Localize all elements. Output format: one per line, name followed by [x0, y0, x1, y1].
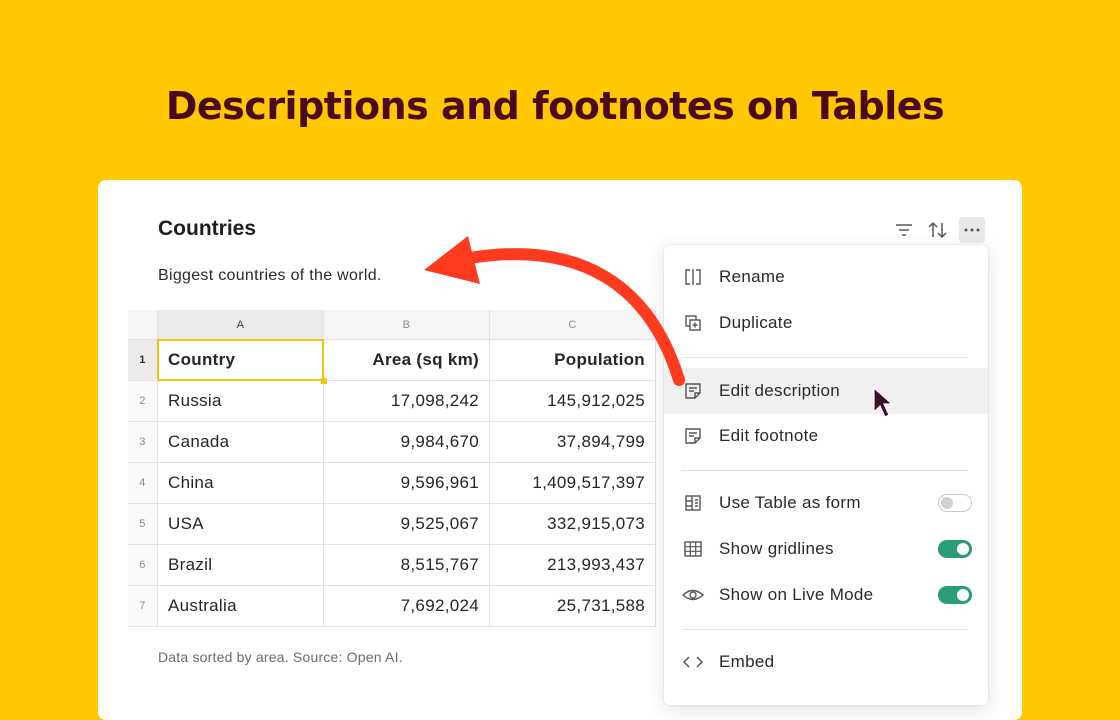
cell-text: Country	[168, 350, 236, 369]
table-cell[interactable]: 9,984,670	[324, 422, 490, 463]
duplicate-icon	[682, 312, 704, 334]
filter-button[interactable]	[891, 217, 917, 243]
menu-item-label: Embed	[719, 652, 775, 671]
table-cell[interactable]: Russia	[158, 381, 324, 422]
table-cell[interactable]: 145,912,025	[490, 381, 656, 422]
menu-item-label: Edit description	[719, 381, 841, 400]
menu-item-embed[interactable]: Embed	[664, 640, 988, 684]
footnote-icon	[682, 425, 704, 447]
header-cell-country[interactable]: Country	[157, 339, 327, 384]
table-cell[interactable]: 8,515,767	[324, 545, 490, 586]
description-icon	[682, 380, 704, 402]
menu-item-edit-description[interactable]: Edit description	[664, 368, 988, 414]
row-number[interactable]: 1	[128, 340, 158, 381]
row-number[interactable]: 7	[128, 586, 158, 627]
live-mode-toggle[interactable]	[938, 586, 972, 604]
menu-item-duplicate[interactable]: Duplicate	[664, 301, 988, 345]
toggle-knob	[941, 497, 953, 509]
menu-item-show-on-live-mode[interactable]: Show on Live Mode	[664, 573, 988, 617]
more-options-button[interactable]	[959, 217, 985, 243]
menu-item-label: Rename	[719, 267, 786, 286]
column-header-b[interactable]: B	[324, 310, 490, 340]
gridlines-toggle[interactable]	[938, 540, 972, 558]
menu-divider	[682, 629, 968, 630]
sort-button[interactable]	[925, 217, 951, 243]
header-cell-population[interactable]: Population	[490, 340, 656, 381]
row-number[interactable]: 5	[128, 504, 158, 545]
menu-item-label: Use Table as form	[719, 493, 861, 512]
table-cell[interactable]: 9,525,067	[324, 504, 490, 545]
table-description[interactable]: Biggest countries of the world.	[158, 267, 382, 285]
menu-item-use-table-as-form[interactable]: Use Table as form	[664, 481, 988, 525]
page-headline: Descriptions and footnotes on Tables	[165, 84, 945, 128]
table-cell[interactable]: China	[158, 463, 324, 504]
menu-item-rename[interactable]: Rename	[664, 255, 988, 299]
more-icon	[964, 228, 980, 232]
menu-divider	[682, 470, 968, 471]
spreadsheet-grid: A B C 1 Country Area (sq km) Population …	[128, 310, 656, 627]
table-cell[interactable]: 37,894,799	[490, 422, 656, 463]
column-header-a[interactable]: A	[158, 310, 324, 340]
column-header-row: A B C	[128, 310, 656, 340]
table-row: 6 Brazil 8,515,767 213,993,437	[128, 545, 656, 586]
table-cell[interactable]: 17,098,242	[324, 381, 490, 422]
sort-icon	[928, 221, 947, 239]
menu-item-label: Duplicate	[719, 313, 793, 332]
menu-divider	[682, 357, 968, 358]
table-row: 5 USA 9,525,067 332,915,073	[128, 504, 656, 545]
menu-item-show-gridlines[interactable]: Show gridlines	[664, 527, 988, 571]
column-header-c[interactable]: C	[490, 310, 656, 340]
table-cell[interactable]: 25,731,588	[490, 586, 656, 627]
table-toolbar	[891, 217, 985, 243]
table-cell[interactable]: 213,993,437	[490, 545, 656, 586]
form-toggle[interactable]	[938, 494, 972, 512]
filter-icon	[896, 224, 912, 236]
table-cell[interactable]: 1,409,517,397	[490, 463, 656, 504]
table-options-menu: Rename Duplicate Edit description Edit f…	[664, 245, 988, 705]
row-number[interactable]: 4	[128, 463, 158, 504]
table-footnote[interactable]: Data sorted by area. Source: Open AI.	[158, 649, 403, 665]
table-header-row: 1 Country Area (sq km) Population	[128, 339, 656, 384]
eye-icon	[682, 584, 704, 606]
menu-item-label: Edit footnote	[719, 426, 819, 445]
fill-handle[interactable]	[321, 378, 327, 384]
table-cell[interactable]: 332,915,073	[490, 504, 656, 545]
table-row: 2 Russia 17,098,242 145,912,025	[128, 381, 656, 422]
table-cell[interactable]: 7,692,024	[324, 586, 490, 627]
menu-item-edit-footnote[interactable]: Edit footnote	[664, 414, 988, 458]
row-number[interactable]: 2	[128, 381, 158, 422]
form-icon	[682, 492, 704, 514]
table-title[interactable]: Countries	[158, 217, 256, 241]
row-number[interactable]: 3	[128, 422, 158, 463]
table-cell[interactable]: USA	[158, 504, 324, 545]
table-row: 3 Canada 9,984,670 37,894,799	[128, 422, 656, 463]
table-row: 7 Australia 7,692,024 25,731,588	[128, 586, 656, 627]
grid-icon	[682, 538, 704, 560]
row-number[interactable]: 6	[128, 545, 158, 586]
table-cell[interactable]: 9,596,961	[324, 463, 490, 504]
grid-corner[interactable]	[128, 310, 158, 340]
menu-item-label: Show on Live Mode	[719, 585, 874, 604]
table-row: 4 China 9,596,961 1,409,517,397	[128, 463, 656, 504]
table-cell[interactable]: Australia	[158, 586, 324, 627]
rename-icon	[682, 266, 704, 288]
table-cell[interactable]: Brazil	[158, 545, 324, 586]
code-icon	[682, 651, 704, 673]
toggle-knob	[957, 589, 969, 601]
menu-item-label: Show gridlines	[719, 539, 834, 558]
header-cell-area[interactable]: Area (sq km)	[324, 340, 490, 381]
toggle-knob	[957, 543, 969, 555]
table-cell[interactable]: Canada	[158, 422, 324, 463]
